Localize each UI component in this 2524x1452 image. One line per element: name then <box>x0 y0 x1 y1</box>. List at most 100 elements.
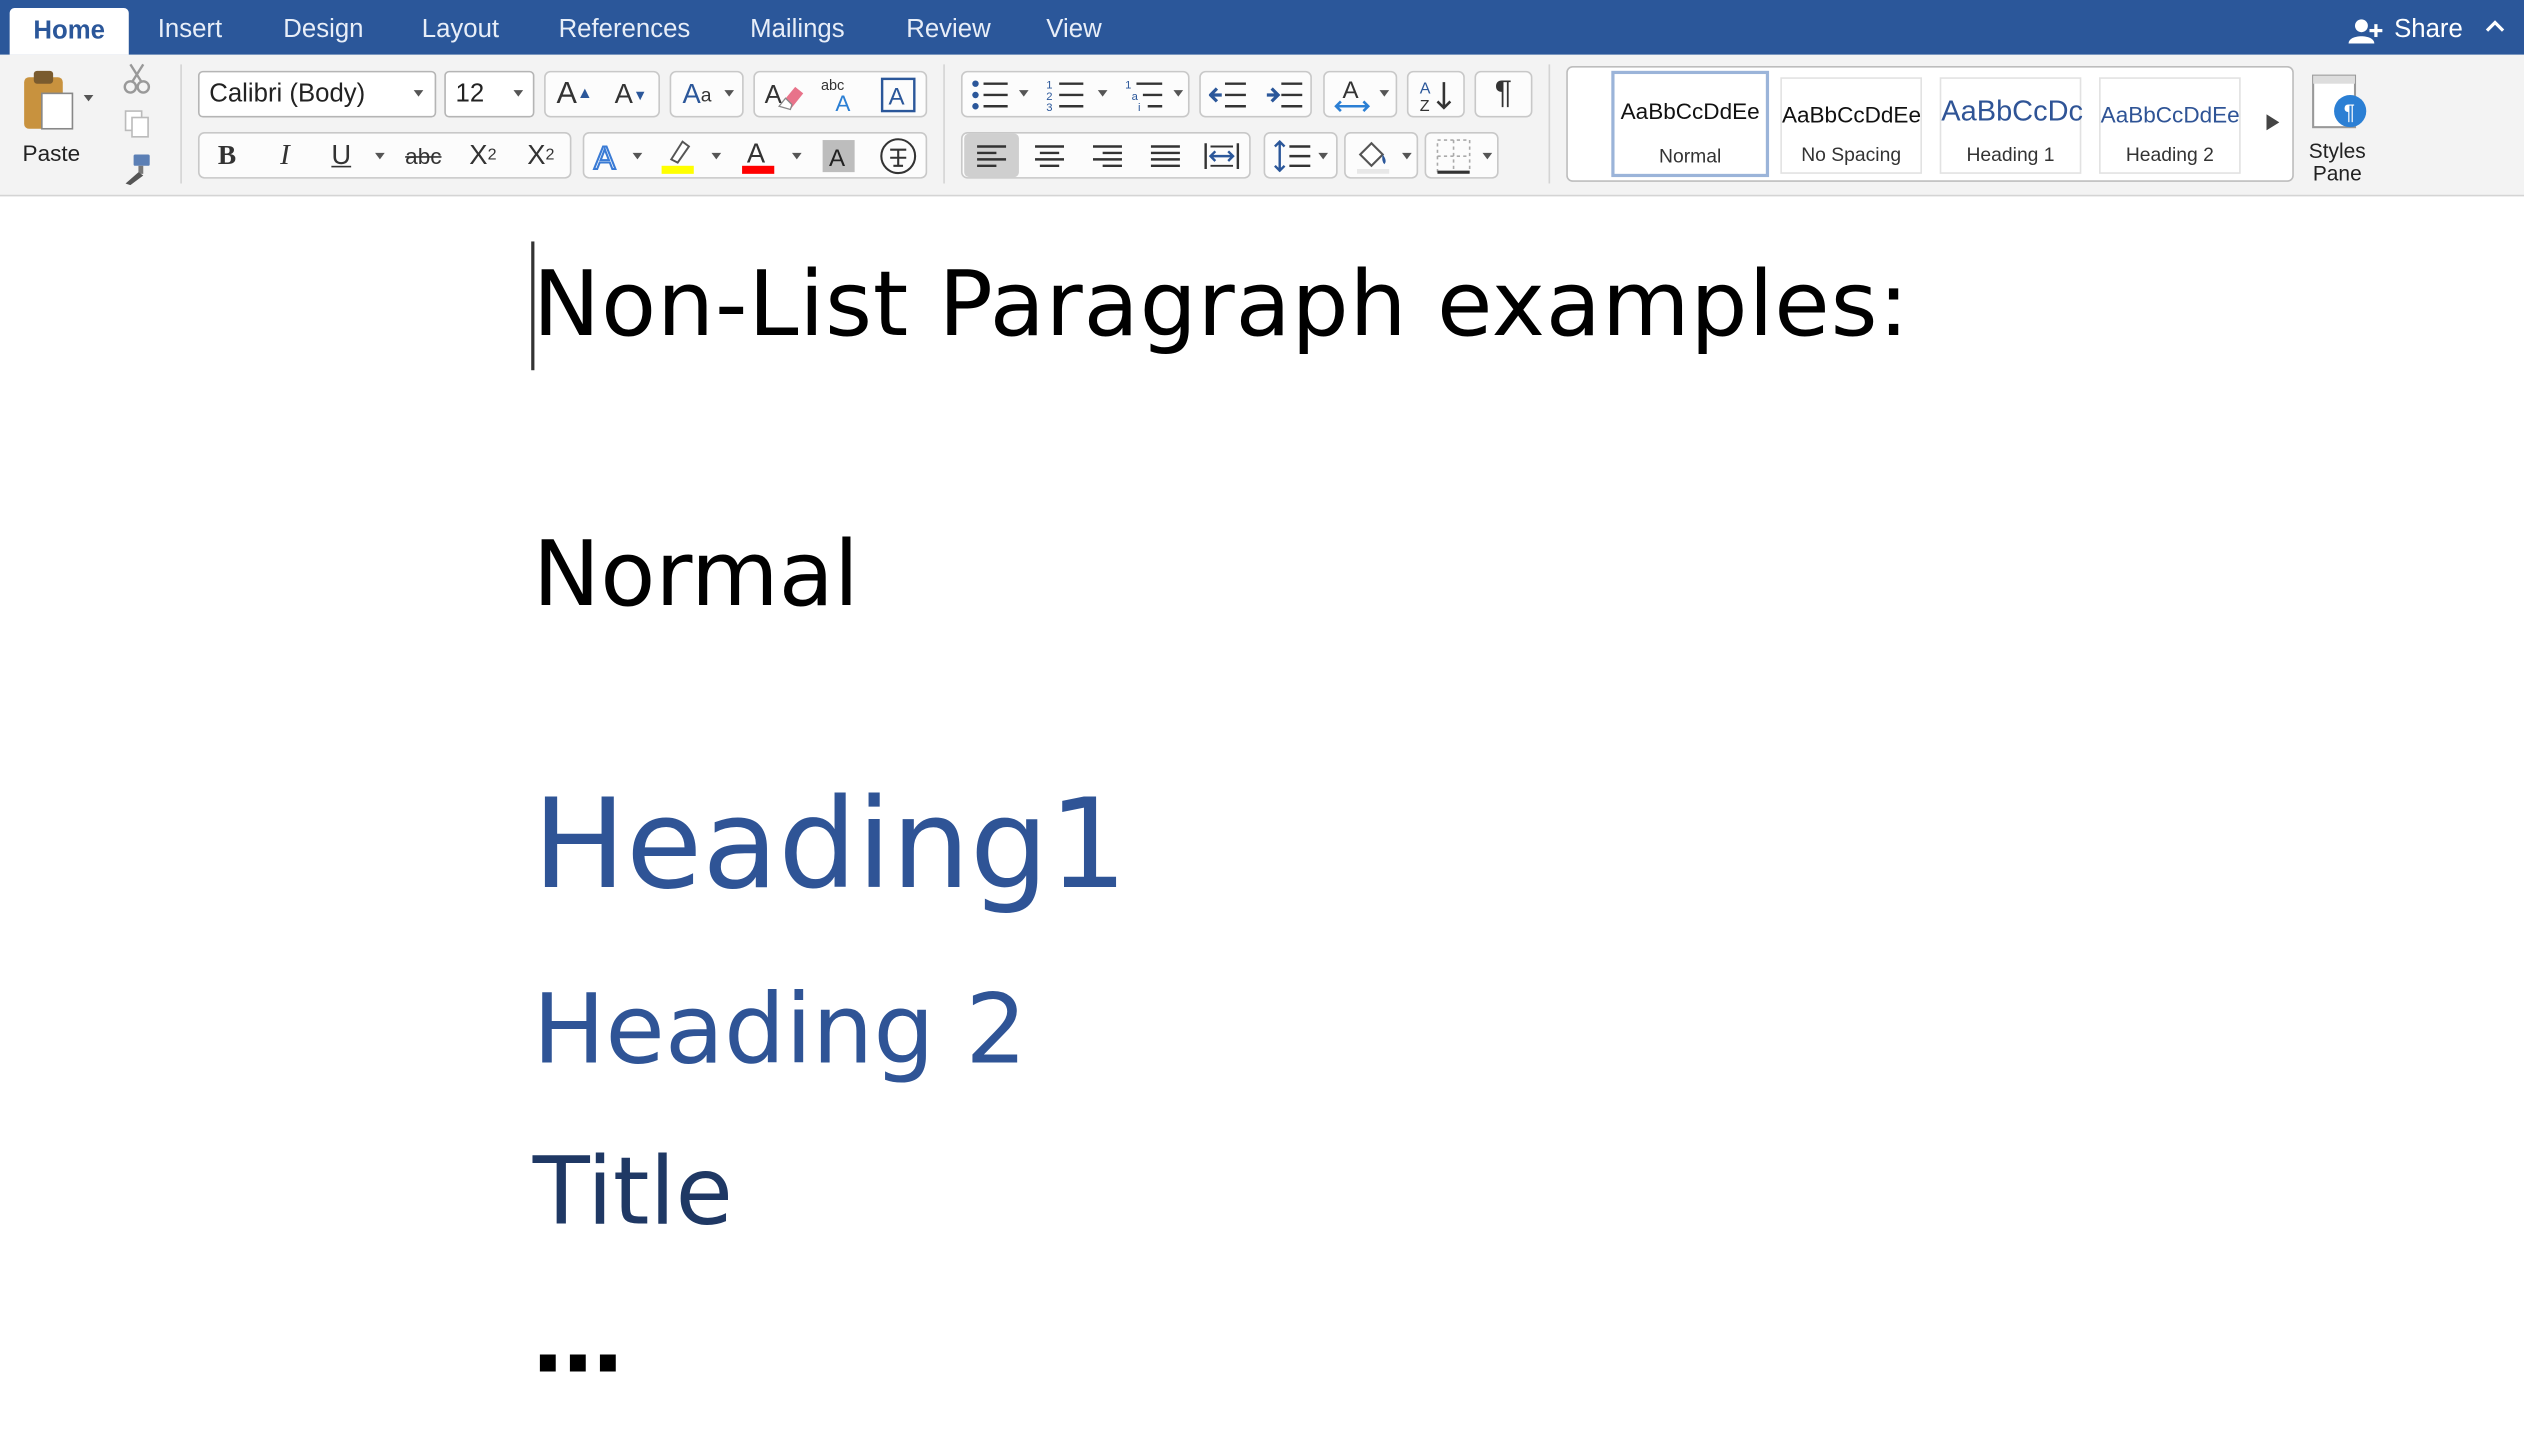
increase-indent-icon[interactable] <box>1259 71 1311 118</box>
styles-pane-line2: Pane <box>2312 160 2362 186</box>
bullets-icon[interactable] <box>964 71 1016 118</box>
style-sample: AaBbCcDdEe <box>1781 101 1922 128</box>
tab-insert[interactable]: Insert <box>158 0 222 55</box>
gallery-next-icon[interactable] <box>2258 106 2287 138</box>
tab-references[interactable]: References <box>559 0 691 55</box>
paste-options-dropdown-icon[interactable] <box>83 94 94 102</box>
font-color-icon[interactable]: A <box>731 132 786 179</box>
style-card-normal[interactable]: AaBbCcDdEe Normal <box>1611 70 1770 178</box>
svg-text:A: A <box>1420 79 1431 97</box>
highlight-dropdown-icon[interactable] <box>711 152 722 160</box>
clear-formatting-icon[interactable]: A <box>757 71 812 118</box>
svg-text:Z: Z <box>1420 96 1430 112</box>
paste-button[interactable] <box>13 64 84 135</box>
tab-layout[interactable]: Layout <box>422 0 499 55</box>
change-case-icon[interactable]: Aa <box>673 71 721 118</box>
document-paragraph[interactable]: … <box>533 1281 623 1403</box>
tab-review[interactable]: Review <box>906 0 990 55</box>
underline-dropdown-icon[interactable] <box>375 152 385 160</box>
collapse-ribbon-icon[interactable] <box>2485 16 2505 35</box>
tab-mailings[interactable]: Mailings <box>750 0 844 55</box>
copy-icon[interactable] <box>119 106 154 141</box>
multilevel-list-icon[interactable]: 1ai <box>1119 71 1171 118</box>
highlight-color-icon[interactable] <box>650 132 705 179</box>
ribbon-home: Paste Calibri (Body) 12 A ▲ A ▼ Aa A abc… <box>0 54 2524 197</box>
style-card-heading-1[interactable]: AaBbCcDc Heading 1 <box>1939 77 2084 174</box>
subscript-icon[interactable]: X2 <box>457 132 509 179</box>
asian-layout-icon[interactable]: A <box>1326 71 1378 118</box>
share-label: Share <box>2394 16 2463 44</box>
paste-label: Paste <box>22 140 81 166</box>
line-spacing-dropdown-icon[interactable] <box>1318 152 1329 160</box>
align-center-icon[interactable] <box>1022 132 1077 179</box>
character-border-icon[interactable]: A <box>871 71 926 118</box>
align-right-icon[interactable] <box>1080 132 1135 179</box>
font-size-dropdown-icon[interactable] <box>513 90 524 97</box>
font-name-field[interactable]: Calibri (Body) <box>197 70 437 118</box>
svg-text:1: 1 <box>1125 79 1131 91</box>
tab-design[interactable]: Design <box>283 0 363 55</box>
clipboard-icon <box>21 68 76 132</box>
text-effects-icon[interactable]: A <box>586 132 631 179</box>
justify-icon[interactable] <box>1138 132 1193 179</box>
shading-dropdown-icon[interactable] <box>1402 152 1412 160</box>
font-color-dropdown-icon[interactable] <box>791 152 802 160</box>
style-name: Normal <box>1659 144 1722 168</box>
numbering-dropdown-icon[interactable] <box>1097 90 1108 97</box>
svg-text:A: A <box>1342 76 1359 103</box>
borders-dropdown-icon[interactable] <box>1482 152 1493 160</box>
svg-text:i: i <box>1138 101 1141 110</box>
style-name: Heading 1 <box>1966 143 2055 166</box>
bold-icon[interactable]: B <box>201 132 253 179</box>
svg-text:3: 3 <box>1046 101 1052 110</box>
tab-home[interactable]: Home <box>9 8 129 55</box>
share-button[interactable]: Share <box>2349 0 2463 55</box>
shading-icon[interactable] <box>1347 132 1399 179</box>
style-sample: AaBbCcDc <box>1941 94 2084 128</box>
pilcrow-icon[interactable]: ¶ <box>1478 71 1530 118</box>
document-title[interactable]: Title <box>533 1130 733 1252</box>
align-left-icon[interactable] <box>964 133 1019 178</box>
svg-text:A: A <box>747 137 766 168</box>
style-card-no-spacing[interactable]: AaBbCcDdEe No Spacing <box>1780 77 1922 174</box>
asian-layout-dropdown-icon[interactable] <box>1379 90 1390 97</box>
shrink-font-icon[interactable]: A ▼ <box>604 71 659 118</box>
styles-pane-label[interactable]: Styles Pane <box>2295 138 2379 186</box>
distributed-icon[interactable] <box>1194 132 1249 179</box>
document-heading-2[interactable]: Heading 2 <box>533 969 1027 1091</box>
decrease-indent-icon[interactable] <box>1202 71 1254 118</box>
bullets-dropdown-icon[interactable] <box>1018 90 1029 97</box>
underline-icon[interactable]: U <box>316 132 368 179</box>
strikethrough-icon[interactable]: abc <box>396 132 451 179</box>
text-effects-dropdown-icon[interactable] <box>632 152 643 160</box>
document-canvas[interactable] <box>0 197 2524 1452</box>
document-heading-1[interactable]: Heading1 <box>533 766 1128 927</box>
svg-text:A: A <box>594 139 616 173</box>
numbering-icon[interactable]: 123 <box>1040 71 1092 118</box>
styles-pane-icon[interactable]: ¶ <box>2305 71 2369 135</box>
borders-icon[interactable] <box>1428 132 1480 179</box>
superscript-icon[interactable]: X2 <box>515 132 567 179</box>
group-separator <box>1548 64 1551 184</box>
svg-text:a: a <box>1132 90 1139 102</box>
tab-view[interactable]: View <box>1046 0 1101 55</box>
style-card-heading-2[interactable]: AaBbCcDdEe Heading 2 <box>2099 77 2241 174</box>
font-name-dropdown-icon[interactable] <box>413 90 424 97</box>
style-sample: AaBbCcDdEe <box>1620 98 1760 124</box>
change-case-dropdown-icon[interactable] <box>724 90 735 97</box>
multilevel-dropdown-icon[interactable] <box>1173 90 1184 97</box>
styles-pane-line1: Styles <box>2308 138 2366 163</box>
document-paragraph[interactable]: Non-List Paragraph examples: <box>533 245 1910 367</box>
sort-icon[interactable]: AZ <box>1410 71 1462 118</box>
enclose-characters-icon[interactable] <box>871 132 926 179</box>
line-spacing-icon[interactable] <box>1267 132 1319 179</box>
svg-text:¶: ¶ <box>2344 101 2355 124</box>
word-window: Home Insert Design Layout References Mai… <box>0 0 2524 1452</box>
character-shading-icon[interactable]: A <box>813 132 865 179</box>
document-paragraph[interactable]: Normal <box>533 515 859 637</box>
phonetic-guide-icon[interactable]: abc A <box>813 71 868 118</box>
grow-font-icon[interactable]: A ▲ <box>547 71 602 118</box>
format-painter-icon[interactable] <box>119 151 154 186</box>
italic-icon[interactable]: I <box>259 132 311 179</box>
cut-icon[interactable] <box>119 61 154 96</box>
